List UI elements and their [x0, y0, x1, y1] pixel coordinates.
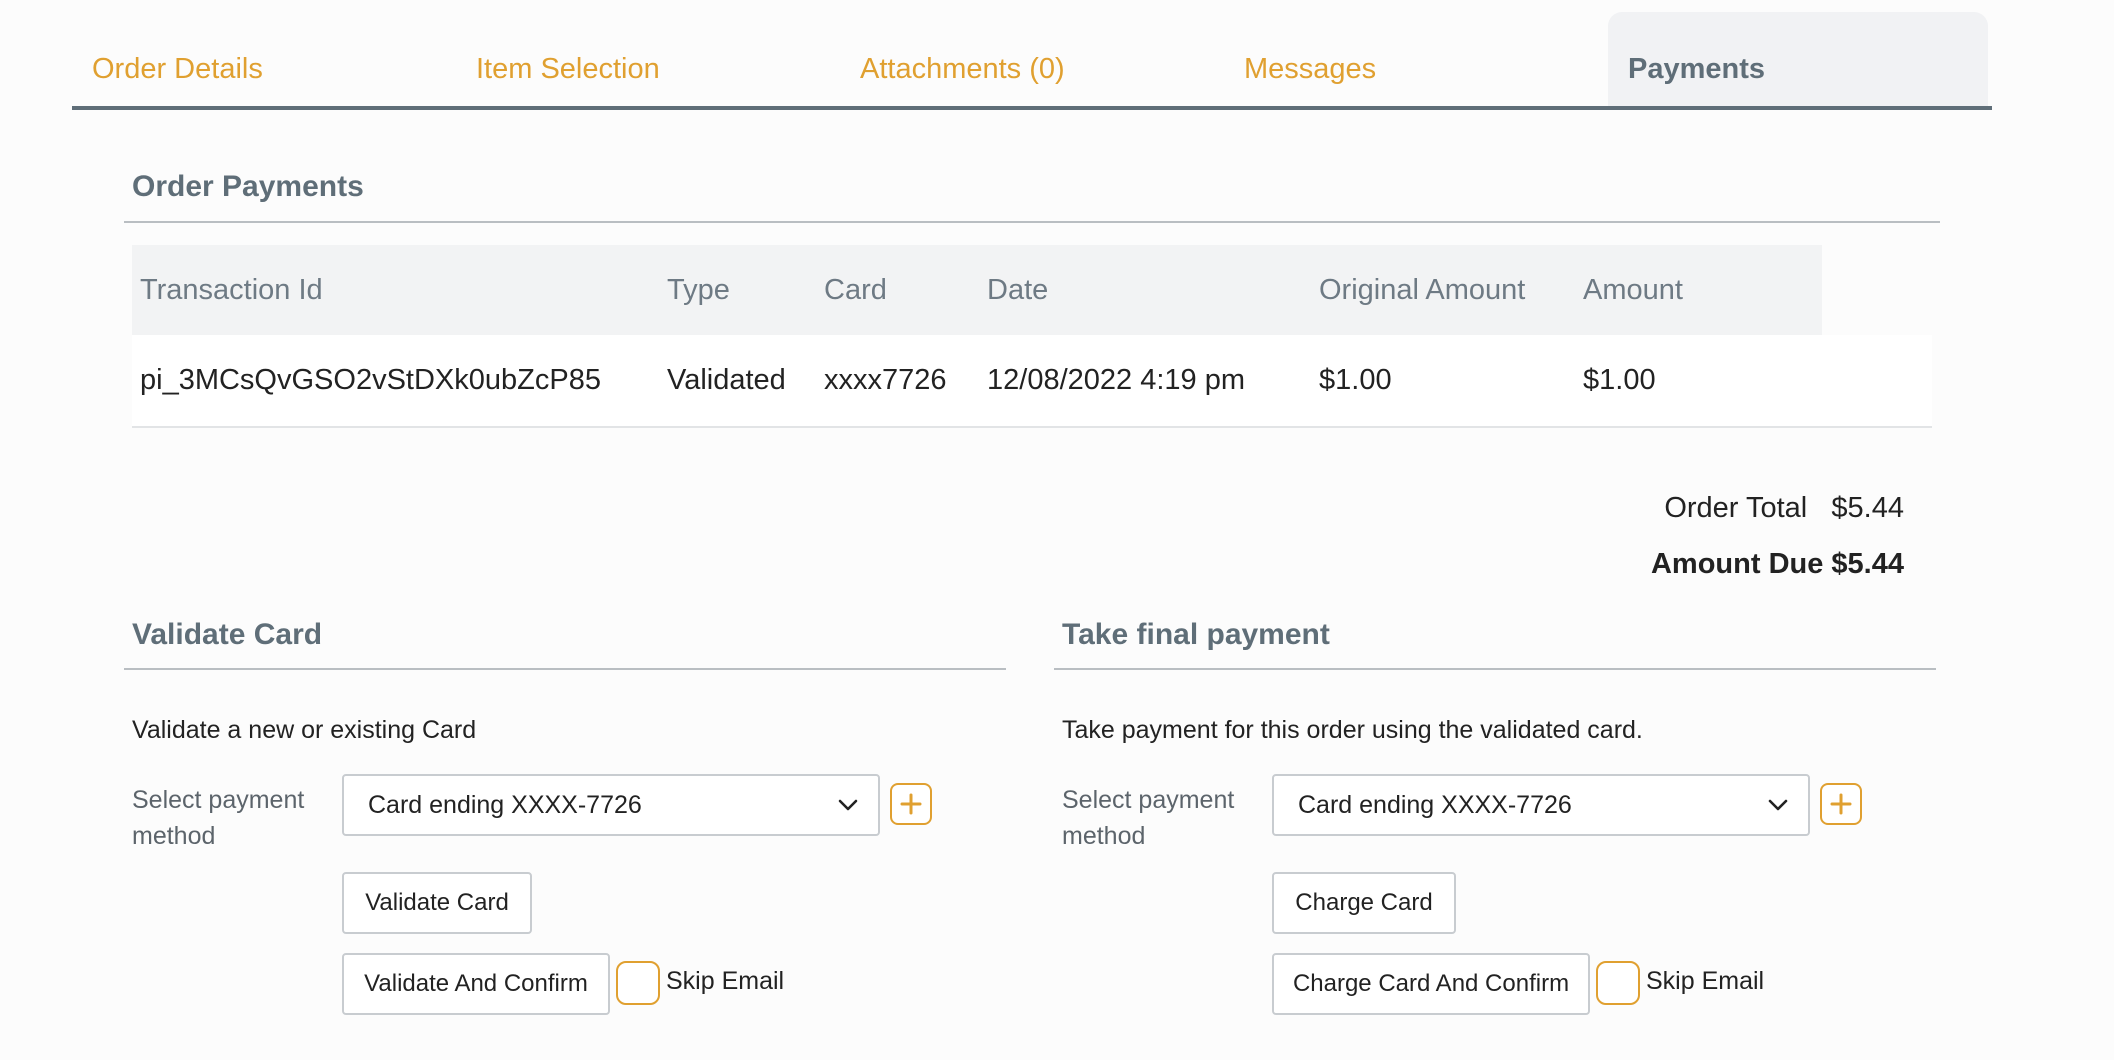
- amount-cell: $1.00: [1583, 364, 1656, 396]
- plus-icon: [1830, 793, 1852, 815]
- chevron-down-icon: [1768, 799, 1788, 811]
- validate-card-divider: [124, 668, 1006, 670]
- final-skip-email-label: Skip Email: [1646, 967, 1765, 995]
- column-header-type: Type: [667, 273, 730, 306]
- order-payments-title: Order Payments: [132, 170, 364, 203]
- type-cell: Validated: [667, 364, 786, 396]
- amount-due-label: Amount Due: [1650, 548, 1824, 580]
- validate-card-title: Validate Card: [132, 618, 323, 651]
- tab-payments[interactable]: Payments: [1608, 12, 1988, 106]
- validate-card-button[interactable]: Validate Card: [342, 872, 532, 934]
- final-payment-divider: [1054, 668, 1936, 670]
- final-select-label: Select payment method: [1062, 786, 1235, 850]
- add-payment-method-button[interactable]: [1820, 783, 1862, 825]
- table-row: pi_3MCsQvGSO2vStDXk0ubZcP85 Validated xx…: [132, 335, 1932, 428]
- order-total-value: $5.44: [1831, 492, 1904, 524]
- tab-messages[interactable]: Messages: [1244, 12, 1376, 106]
- validate-payment-method-select[interactable]: Card ending XXXX-7726: [342, 774, 880, 836]
- validate-selected-card: Card ending XXXX-7726: [368, 790, 642, 819]
- charge-card-button[interactable]: Charge Card: [1272, 872, 1456, 934]
- transaction-id-cell: pi_3MCsQvGSO2vStDXk0ubZcP85: [140, 364, 601, 396]
- plus-icon: [900, 793, 922, 815]
- tab-order-details[interactable]: Order Details: [92, 12, 263, 106]
- tab-bar: Order Details Item Selection Attachments…: [72, 12, 1992, 110]
- column-header-transaction-id: Transaction Id: [140, 273, 323, 306]
- final-skip-email-checkbox[interactable]: [1596, 961, 1640, 1005]
- card-cell: xxxx7726: [824, 364, 947, 396]
- validate-skip-email-label: Skip Email: [666, 967, 785, 995]
- validate-card-description: Validate a new or existing Card: [132, 716, 477, 744]
- final-payment-description: Take payment for this order using the va…: [1062, 716, 1643, 744]
- final-payment-title: Take final payment: [1062, 618, 1330, 651]
- charge-card-and-confirm-button[interactable]: Charge Card And Confirm: [1272, 953, 1590, 1015]
- date-cell: 12/08/2022 4:19 pm: [987, 364, 1245, 396]
- validate-skip-email-checkbox[interactable]: [616, 961, 660, 1005]
- column-header-card: Card: [824, 273, 887, 306]
- tab-item-selection[interactable]: Item Selection: [476, 12, 660, 106]
- column-header-amount: Amount: [1583, 273, 1683, 306]
- order-total-label: Order Total: [1664, 492, 1808, 524]
- original-amount-cell: $1.00: [1319, 364, 1392, 396]
- column-header-date: Date: [987, 273, 1049, 306]
- validate-select-label: Select payment method: [132, 786, 305, 850]
- final-selected-card: Card ending XXXX-7726: [1298, 790, 1572, 819]
- final-payment-method-select[interactable]: Card ending XXXX-7726: [1272, 774, 1810, 836]
- payments-table-header: Transaction Id Type Card Date Original A…: [132, 245, 1822, 335]
- add-payment-method-button[interactable]: [890, 783, 932, 825]
- chevron-down-icon: [838, 799, 858, 811]
- tab-attachments[interactable]: Attachments (0): [860, 12, 1065, 106]
- payments-page: Order Details Item Selection Attachments…: [0, 0, 2114, 1060]
- column-header-original-amount: Original Amount: [1319, 273, 1526, 306]
- amount-due-value: $5.44: [1831, 548, 1904, 580]
- amount-due: Amount Due $5.44: [1651, 548, 1904, 581]
- order-payments-divider: [124, 221, 1940, 223]
- order-total: Order Total $5.44: [1664, 492, 1904, 525]
- validate-and-confirm-button[interactable]: Validate And Confirm: [342, 953, 610, 1015]
